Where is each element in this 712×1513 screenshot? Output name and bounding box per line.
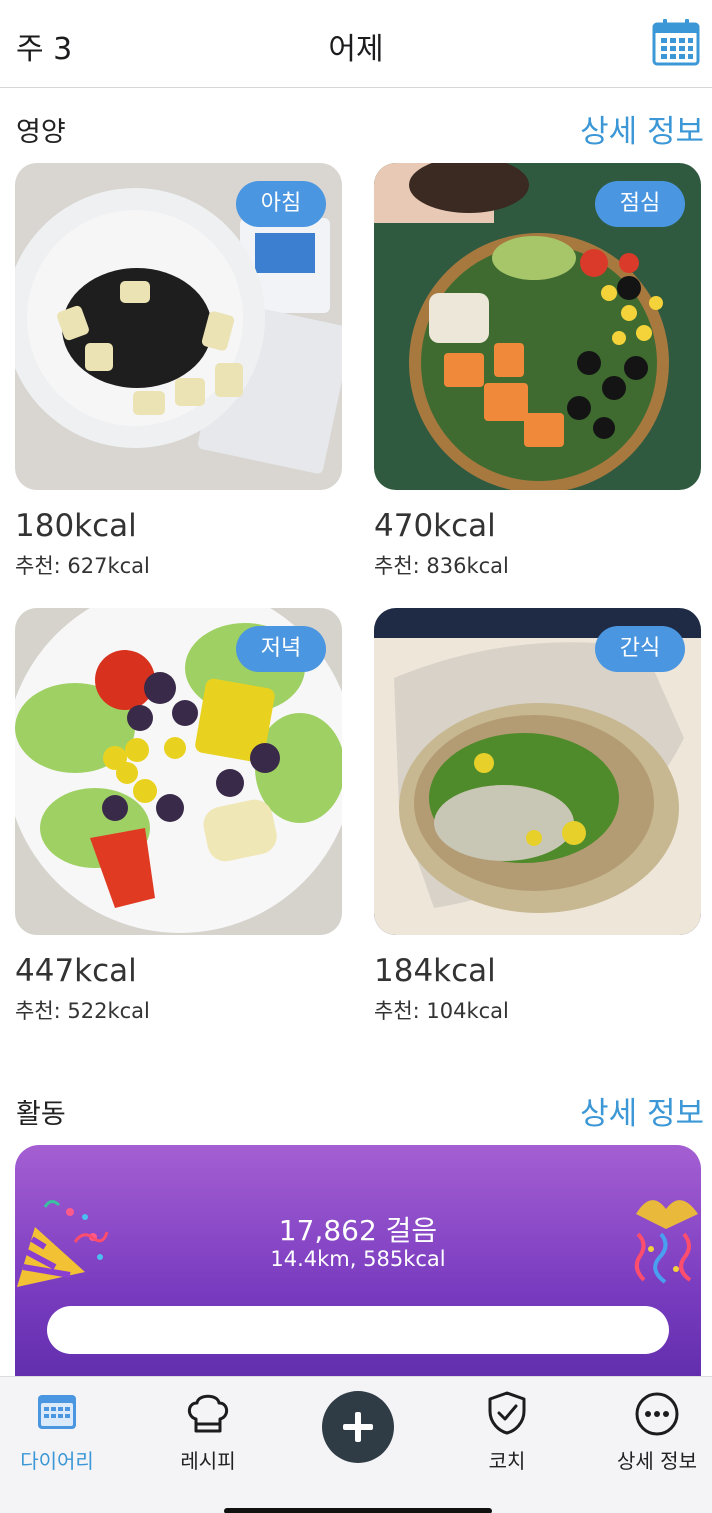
meal-card-breakfast[interactable]: 아침 180kcal 추천: 627kcal xyxy=(15,163,342,580)
shield-check-icon xyxy=(487,1391,527,1439)
steps-count: 17,862 걸음 xyxy=(278,1214,438,1247)
meal-tag-snack: 간식 xyxy=(595,626,685,672)
tab-label: 레시피 xyxy=(180,1449,236,1473)
meal-recommended: 추천: 836kcal xyxy=(374,554,509,578)
add-button[interactable] xyxy=(322,1391,394,1463)
nutrition-section-title: 영양 xyxy=(16,117,66,148)
activity-details-link[interactable]: 상세 정보 xyxy=(580,1088,704,1133)
lunch-photo[interactable]: 점심 xyxy=(374,163,701,490)
meal-recommended: 추천: 104kcal xyxy=(374,999,509,1023)
breakfast-photo[interactable]: 아침 xyxy=(15,163,342,490)
tab-label: 상세 정보 xyxy=(617,1449,697,1473)
nutrition-details-link[interactable]: 상세 정보 xyxy=(580,106,704,151)
meal-tag-dinner: 저녁 xyxy=(236,626,326,672)
chef-hat-icon xyxy=(185,1391,231,1439)
activity-section-title: 활동 xyxy=(16,1099,66,1130)
meal-tag-breakfast: 아침 xyxy=(236,181,326,227)
snack-photo[interactable]: 간식 xyxy=(374,608,701,935)
calendar-icon xyxy=(36,1391,78,1437)
meal-kcal: 447kcal xyxy=(15,953,137,989)
steps-progress-bar xyxy=(47,1306,669,1354)
activity-summary: 14.4km, 585kcal xyxy=(270,1247,446,1271)
meal-recommended: 추천: 627kcal xyxy=(15,554,150,578)
home-indicator xyxy=(224,1508,492,1513)
tab-label: 다이어리 xyxy=(20,1449,94,1473)
top-bar: 주 3 어제 xyxy=(0,0,712,88)
page-title: 어제 xyxy=(328,32,384,67)
meal-recommended: 추천: 522kcal xyxy=(15,999,150,1023)
meal-kcal: 184kcal xyxy=(374,953,496,989)
meal-kcal: 180kcal xyxy=(15,508,137,544)
meal-card-dinner[interactable]: 저녁 447kcal 추천: 522kcal xyxy=(15,608,342,1025)
meal-kcal: 470kcal xyxy=(374,508,496,544)
calendar-icon[interactable] xyxy=(652,18,700,66)
plus-icon xyxy=(343,1412,373,1442)
activity-card[interactable]: 17,862 걸음 14.4km, 585kcal xyxy=(15,1145,701,1405)
more-icon xyxy=(634,1391,680,1441)
meal-card-snack[interactable]: 간식 184kcal 추천: 104kcal xyxy=(374,608,701,1025)
dinner-photo[interactable]: 저녁 xyxy=(15,608,342,935)
meal-tag-lunch: 점심 xyxy=(595,181,685,227)
meal-card-lunch[interactable]: 점심 470kcal 추천: 836kcal xyxy=(374,163,701,580)
tab-label: 코치 xyxy=(488,1449,526,1473)
tab-bar: 다이어리 레시피 코치 상세 정보 xyxy=(0,1376,712,1513)
